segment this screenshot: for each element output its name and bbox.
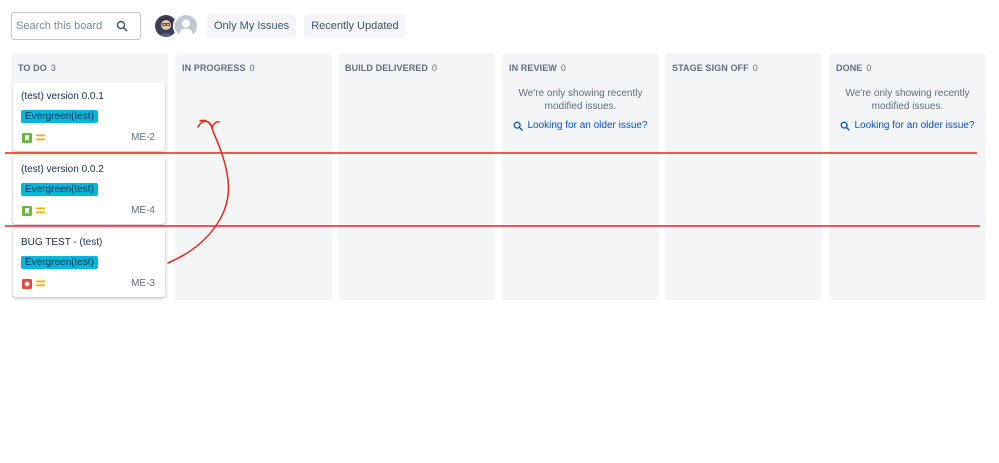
column-in-progress[interactable]: IN PROGRESS 0 — [175, 53, 332, 300]
priority-medium-icon — [36, 280, 45, 287]
older-issue-link[interactable]: Looking for an older issue? — [502, 120, 659, 131]
column-header: DONE 0 — [836, 63, 872, 73]
avatar-group — [153, 13, 199, 39]
priority-medium-icon — [36, 134, 45, 141]
card-summary: BUG TEST - (test) — [21, 237, 103, 248]
issue-card[interactable]: (test) version 0.0.1 Evergreen(test) ME-… — [13, 83, 165, 151]
board-toolbar: Only My Issues Recently Updated — [11, 12, 406, 40]
search-icon[interactable] — [116, 20, 128, 32]
issue-key[interactable]: ME-3 — [131, 278, 155, 289]
story-icon — [22, 206, 32, 216]
story-icon — [22, 133, 32, 143]
priority-medium-icon — [36, 207, 45, 214]
search-icon — [841, 121, 851, 131]
column-header: IN REVIEW 0 — [509, 63, 567, 73]
epic-label: Evergreen(test) — [21, 256, 98, 269]
column-done[interactable]: DONE 0 We're only showing recently modifi… — [829, 53, 986, 300]
column-header: IN PROGRESS 0 — [182, 63, 255, 73]
issue-card[interactable]: (test) version 0.0.2 Evergreen(test) ME-… — [13, 156, 165, 224]
recently-updated-filter[interactable]: Recently Updated — [304, 14, 406, 38]
search-box[interactable] — [11, 12, 141, 40]
column-header: TO DO 3 — [18, 63, 56, 73]
column-build-delivered[interactable]: BUILD DELIVERED 0 — [338, 53, 495, 300]
column-in-review[interactable]: IN REVIEW 0 We're only showing recently m… — [502, 53, 659, 300]
recent-issues-message: We're only showing recently modified iss… — [845, 88, 970, 112]
bug-icon — [22, 279, 32, 289]
column-header: STAGE SIGN OFF 0 — [672, 63, 758, 73]
search-icon — [514, 121, 524, 131]
default-avatar[interactable] — [173, 13, 199, 39]
issue-key[interactable]: ME-2 — [131, 132, 155, 143]
issue-card[interactable]: BUG TEST - (test) Evergreen(test) ME-3 — [13, 229, 165, 297]
card-summary: (test) version 0.0.2 — [21, 164, 104, 175]
search-input[interactable] — [16, 20, 116, 32]
recent-issues-message: We're only showing recently modified iss… — [518, 88, 643, 112]
card-summary: (test) version 0.0.1 — [21, 91, 104, 102]
epic-label: Evergreen(test) — [21, 183, 98, 196]
issue-key[interactable]: ME-4 — [131, 205, 155, 216]
older-issue-link[interactable]: Looking for an older issue? — [829, 120, 986, 131]
only-my-issues-filter[interactable]: Only My Issues — [207, 14, 297, 38]
epic-label: Evergreen(test) — [21, 110, 98, 123]
column-stage-sign-off[interactable]: STAGE SIGN OFF 0 — [665, 53, 822, 300]
column-header: BUILD DELIVERED 0 — [345, 63, 438, 73]
